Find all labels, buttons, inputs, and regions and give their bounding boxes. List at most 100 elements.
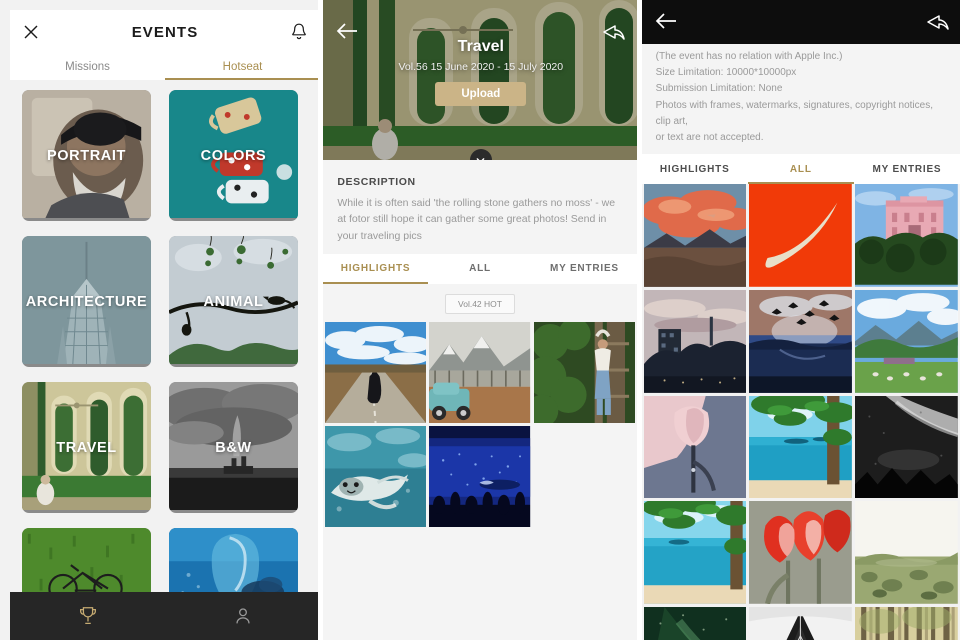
red-clouds-photo bbox=[643, 184, 747, 287]
tab-missions[interactable]: Missions bbox=[10, 54, 165, 80]
photo-cell[interactable] bbox=[855, 395, 958, 499]
photo-cell[interactable] bbox=[749, 289, 853, 393]
photo-cell[interactable] bbox=[749, 184, 853, 287]
pink-tulip-photo bbox=[643, 395, 747, 499]
photo-cell[interactable] bbox=[643, 501, 747, 605]
rule-line: Photos with frames, watermarks, signatur… bbox=[655, 99, 933, 127]
photo-cell[interactable] bbox=[429, 321, 531, 423]
category-label: TRAVEL bbox=[56, 439, 117, 456]
tab-highlights[interactable]: HIGHLIGHTS bbox=[323, 254, 429, 284]
entries-topbar bbox=[641, 0, 960, 44]
category-label: ANIMAL bbox=[203, 293, 264, 310]
hero-text: Travel Vol.56 15 June 2020 - 15 July 202… bbox=[323, 38, 636, 106]
tab-missions-label: Missions bbox=[65, 61, 110, 73]
back-arrow-icon[interactable] bbox=[335, 22, 359, 42]
nav-item-profile[interactable] bbox=[165, 605, 318, 627]
hero-subtitle: Vol.56 15 June 2020 - 15 July 2020 bbox=[398, 61, 564, 73]
tab-all[interactable]: ALL bbox=[747, 154, 854, 185]
aquarium-photo bbox=[429, 425, 531, 528]
description-section: DESCRIPTION While it is often said 'the … bbox=[323, 160, 637, 254]
beach-palm-photo bbox=[749, 395, 853, 499]
category-label: COLORS bbox=[200, 147, 267, 164]
photo-cell[interactable] bbox=[855, 501, 958, 605]
tree-woman-photo bbox=[533, 321, 635, 423]
category-card-travel[interactable]: TRAVEL bbox=[22, 382, 151, 513]
tab-hotseat[interactable]: Hotseat bbox=[165, 54, 319, 80]
photo-cell[interactable] bbox=[643, 289, 747, 393]
city-dusk-photo bbox=[643, 289, 747, 393]
tab-all-label: ALL bbox=[469, 263, 491, 275]
hero-title: Travel bbox=[457, 38, 504, 55]
category-card-portrait[interactable]: PORTRAIT bbox=[22, 90, 151, 221]
events-tabs: Missions Hotseat bbox=[10, 54, 319, 80]
photo-cell[interactable] bbox=[533, 321, 635, 423]
panel-all-entries: (The event has no relation with Apple In… bbox=[641, 0, 960, 640]
panel-event-detail: Travel Vol.56 15 June 2020 - 15 July 202… bbox=[323, 0, 637, 640]
photo-cell[interactable] bbox=[855, 184, 958, 287]
forest-photo bbox=[855, 607, 958, 640]
tab-all-label: ALL bbox=[789, 163, 812, 175]
category-card-animal[interactable]: ANIMAL bbox=[169, 236, 298, 367]
bw-sky-photo bbox=[855, 395, 958, 499]
event-hero: Travel Vol.56 15 June 2020 - 15 July 202… bbox=[323, 0, 637, 160]
road-photo bbox=[325, 321, 427, 423]
category-grid: PORTRAIT COLORS ARCHITECTURE ANIMAL TRAV… bbox=[0, 90, 318, 640]
tab-all[interactable]: ALL bbox=[428, 254, 532, 284]
swoosh-photo bbox=[749, 184, 853, 287]
photo-cell[interactable] bbox=[429, 425, 531, 528]
pink-building-photo bbox=[855, 184, 958, 287]
photo-cell[interactable] bbox=[325, 425, 427, 528]
nav-item-trophy[interactable] bbox=[10, 605, 165, 627]
category-label: ARCHITECTURE bbox=[25, 293, 148, 310]
tab-my-entries[interactable]: MY ENTRIES bbox=[854, 154, 960, 184]
photo-cell[interactable] bbox=[325, 321, 427, 423]
photo-cell[interactable] bbox=[643, 607, 747, 640]
tab-my-entries-label: MY ENTRIES bbox=[549, 263, 619, 275]
category-card-architecture[interactable]: ARCHITECTURE bbox=[22, 236, 151, 367]
description-body: While it is often said 'the rolling ston… bbox=[337, 197, 616, 242]
tab-my-entries[interactable]: MY ENTRIES bbox=[532, 254, 636, 284]
rules-section: (The event has no relation with Apple In… bbox=[641, 44, 960, 155]
category-label: B&W bbox=[215, 439, 252, 456]
photo-cell-empty bbox=[533, 425, 635, 528]
upload-button[interactable]: Upload bbox=[435, 82, 527, 106]
rule-line: (The event has no relation with Apple In… bbox=[655, 51, 843, 62]
photo-cell[interactable] bbox=[643, 184, 747, 287]
green-hills-photo bbox=[855, 289, 958, 393]
volume-chip-row: Vol.42 HOT bbox=[323, 283, 637, 322]
panel-events-list: EVENTS Missions Hotseat PORTRAIT COLORS … bbox=[0, 0, 319, 640]
birds-lake-photo bbox=[749, 289, 853, 393]
entries-grid bbox=[641, 184, 960, 640]
share-icon[interactable] bbox=[926, 12, 950, 32]
bottom-nav bbox=[10, 592, 319, 640]
tab-hotseat-label: Hotseat bbox=[222, 61, 263, 73]
category-card-colors[interactable]: COLORS bbox=[169, 90, 298, 221]
category-card-bw[interactable]: B&W bbox=[169, 382, 298, 513]
trophy-icon bbox=[77, 605, 99, 627]
rule-line: or text are not accepted. bbox=[655, 131, 764, 143]
red-tulips-photo bbox=[749, 501, 853, 605]
bell-icon[interactable] bbox=[290, 22, 308, 42]
volume-chip[interactable]: Vol.42 HOT bbox=[445, 293, 515, 314]
tab-highlights-label: HIGHLIGHTS bbox=[659, 163, 730, 175]
entries-tabs: HIGHLIGHTS ALL MY ENTRIES bbox=[641, 154, 960, 185]
seal-photo bbox=[325, 425, 427, 528]
photo-cell[interactable] bbox=[749, 501, 853, 605]
photo-cell[interactable] bbox=[855, 289, 958, 393]
tab-highlights[interactable]: HIGHLIGHTS bbox=[642, 154, 748, 184]
close-icon[interactable] bbox=[22, 23, 40, 41]
photo-cell[interactable] bbox=[855, 607, 958, 640]
events-header: EVENTS bbox=[10, 10, 319, 54]
screenshot-root: EVENTS Missions Hotseat PORTRAIT COLORS … bbox=[0, 0, 960, 640]
bw-building-photo bbox=[749, 607, 853, 640]
beach-palm2-photo bbox=[643, 501, 747, 605]
photo-cell[interactable] bbox=[749, 607, 853, 640]
rule-line: Size Limitation: 10000*10000px bbox=[655, 67, 797, 79]
share-icon[interactable] bbox=[602, 22, 626, 42]
tab-my-entries-label: MY ENTRIES bbox=[872, 163, 942, 175]
mountain-car-photo bbox=[429, 321, 531, 423]
person-icon bbox=[232, 605, 254, 627]
photo-cell[interactable] bbox=[749, 395, 853, 499]
photo-cell[interactable] bbox=[643, 395, 747, 499]
back-arrow-icon[interactable] bbox=[654, 12, 678, 32]
